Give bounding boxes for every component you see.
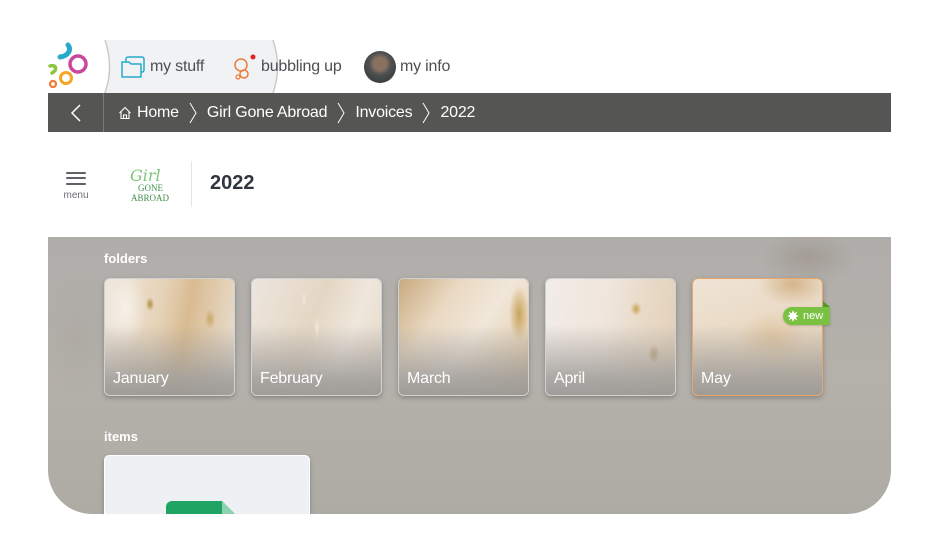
new-badge: new bbox=[783, 301, 831, 325]
tab-bubbling-up[interactable]: bubbling up bbox=[233, 40, 342, 93]
tab-label: my info bbox=[400, 57, 451, 75]
hamburger-icon bbox=[66, 168, 86, 188]
menu-button[interactable]: menu bbox=[58, 168, 94, 206]
folders-icon bbox=[121, 55, 145, 78]
folders-heading: folders bbox=[104, 251, 148, 266]
folder-name: March bbox=[407, 370, 451, 387]
avatar bbox=[364, 50, 396, 83]
breadcrumb-girl-gone-abroad[interactable]: Girl Gone Abroad bbox=[206, 103, 328, 122]
breadcrumb-label: Invoices bbox=[355, 103, 413, 121]
breadcrumb-label: Home bbox=[137, 103, 179, 121]
chevron-right-icon bbox=[189, 102, 197, 124]
folder-card[interactable]: March bbox=[398, 278, 529, 396]
bubbles-icon bbox=[234, 54, 256, 80]
header-divider bbox=[191, 161, 192, 207]
breadcrumb-invoices[interactable]: Invoices bbox=[355, 104, 412, 122]
items-heading: items bbox=[104, 429, 138, 444]
spreadsheet-icon bbox=[166, 501, 235, 514]
back-button[interactable] bbox=[48, 93, 104, 132]
chevron-right-icon bbox=[337, 102, 345, 124]
folder-card[interactable]: May bbox=[692, 278, 823, 396]
breadcrumb-home[interactable]: Home bbox=[118, 104, 179, 122]
folder-name: April bbox=[554, 370, 586, 387]
tab-label: bubbling up bbox=[261, 57, 342, 75]
menu-label: menu bbox=[63, 190, 89, 201]
folder-card[interactable]: April bbox=[545, 278, 676, 396]
item-card[interactable] bbox=[104, 455, 310, 514]
brand-logo-line: GONE bbox=[138, 183, 163, 193]
breadcrumb: Home Girl Gone Abroad Invoices 2022 bbox=[104, 102, 475, 124]
tab-my-info[interactable]: my info bbox=[364, 40, 450, 93]
folder-card[interactable]: February bbox=[251, 278, 382, 396]
brand-logo-line: ABROAD bbox=[131, 193, 170, 203]
breadcrumb-label: Girl Gone Abroad bbox=[206, 103, 328, 121]
home-icon bbox=[119, 106, 131, 119]
starburst-icon bbox=[787, 310, 799, 322]
folder-name: May bbox=[701, 370, 731, 387]
folder-name: February bbox=[260, 370, 323, 387]
folder-name: January bbox=[113, 370, 169, 387]
app-logo[interactable] bbox=[48, 42, 92, 88]
brand-logo: Girl GONE ABROAD bbox=[130, 166, 170, 203]
breadcrumb-bar: Home Girl Gone Abroad Invoices 2022 bbox=[48, 93, 891, 132]
tab-label: my stuff bbox=[150, 57, 205, 75]
content-panel: folders January February March April May… bbox=[48, 237, 891, 514]
folder-card[interactable]: January bbox=[104, 278, 235, 396]
breadcrumb-2022: 2022 bbox=[440, 104, 475, 122]
top-nav: my stuff bubbling up my info bbox=[48, 40, 891, 93]
chevron-right-icon bbox=[422, 102, 431, 124]
page-title: 2022 bbox=[210, 172, 255, 194]
notification-dot bbox=[250, 54, 256, 59]
new-badge-label: new bbox=[803, 310, 824, 322]
tab-my-stuff[interactable]: my stuff bbox=[120, 40, 204, 93]
chevron-left-icon bbox=[70, 103, 81, 122]
breadcrumb-label: 2022 bbox=[440, 103, 476, 121]
